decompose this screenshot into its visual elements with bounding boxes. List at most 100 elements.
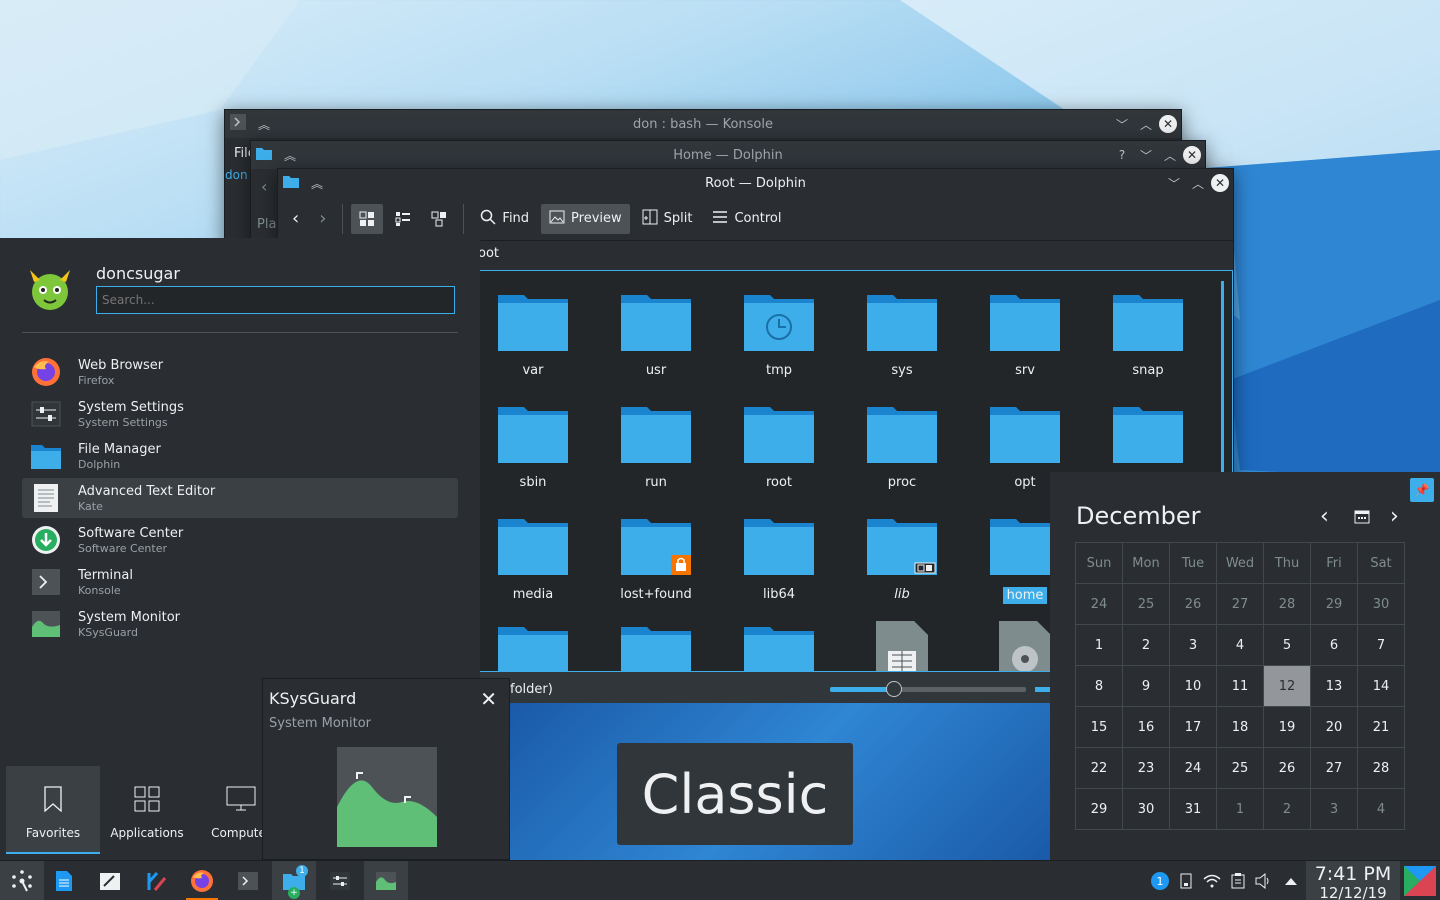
folder-item[interactable]: tmp: [729, 289, 829, 378]
close-icon[interactable]: ✕: [480, 687, 497, 711]
task-kate[interactable]: [88, 861, 132, 900]
calendar-day[interactable]: 2: [1122, 624, 1170, 666]
calendar-day[interactable]: 4: [1216, 624, 1264, 666]
minimize-button[interactable]: ﹀: [1111, 113, 1133, 135]
close-button[interactable]: ✕: [1211, 174, 1229, 192]
archive-file-item[interactable]: [852, 619, 952, 671]
calendar-day[interactable]: 26: [1263, 747, 1311, 789]
calendar-day[interactable]: 25: [1122, 583, 1170, 625]
favorite-item[interactable]: Advanced Text Editor Kate: [22, 478, 458, 518]
calendar-day[interactable]: 30: [1357, 583, 1405, 625]
calendar-day[interactable]: 10: [1169, 665, 1217, 707]
folder-item[interactable]: lib: [852, 513, 952, 602]
tray-expand-icon[interactable]: [1281, 871, 1301, 891]
previous-month-button[interactable]: ‹: [1320, 504, 1329, 529]
back-icon[interactable]: ‹: [261, 177, 267, 196]
calendar-day[interactable]: 22: [1075, 747, 1123, 789]
icons-view-button[interactable]: [351, 203, 384, 234]
calendar-day[interactable]: 24: [1169, 747, 1217, 789]
task-dolphin[interactable]: 1 +: [272, 861, 316, 900]
task-firefox[interactable]: [180, 861, 224, 900]
volume-icon[interactable]: [1254, 871, 1274, 891]
keep-above-icon[interactable]: ︽: [306, 172, 328, 194]
search-input[interactable]: [96, 286, 455, 314]
avatar[interactable]: [26, 264, 74, 312]
folder-item[interactable]: snap: [1098, 289, 1198, 378]
zoom-slider-handle[interactable]: [886, 681, 902, 697]
folder-item[interactable]: [606, 621, 706, 671]
calendar-day[interactable]: 8: [1075, 665, 1123, 707]
digital-clock[interactable]: 7:41 PM 12/12/19: [1306, 861, 1400, 900]
favorite-item[interactable]: System Settings System Settings: [22, 394, 458, 434]
calendar-day[interactable]: 3: [1169, 624, 1217, 666]
details-view-button[interactable]: [423, 204, 455, 234]
folder-item[interactable]: srv: [975, 289, 1075, 378]
calendar-day[interactable]: 5: [1263, 624, 1311, 666]
calendar-popup[interactable]: 📌 December ‹ › Sun Mon Tue Wed Thu Fri Sat 24 25…: [1050, 472, 1440, 860]
calendar-day[interactable]: 1: [1216, 788, 1264, 830]
favorite-item[interactable]: System Monitor KSysGuard: [22, 604, 458, 644]
calendar-day[interactable]: 20: [1310, 706, 1358, 748]
calendar-day[interactable]: 4: [1357, 788, 1405, 830]
folder-item[interactable]: [729, 621, 829, 671]
calendar-day[interactable]: 1: [1075, 624, 1123, 666]
next-month-button[interactable]: ›: [1390, 504, 1399, 529]
zoom-slider[interactable]: [830, 681, 1026, 697]
updates-icon[interactable]: 1: [1150, 871, 1170, 891]
favorite-item[interactable]: File Manager Dolphin: [22, 436, 458, 476]
calendar-day[interactable]: 6: [1310, 624, 1358, 666]
folder-item[interactable]: var: [483, 289, 583, 378]
calendar-day[interactable]: 31: [1169, 788, 1217, 830]
task-documents[interactable]: [42, 861, 86, 900]
calendar-day[interactable]: 28: [1263, 583, 1311, 625]
maximize-button[interactable]: ︿: [1187, 172, 1209, 194]
favorite-item[interactable]: Terminal Konsole: [22, 562, 458, 602]
device-notifier-icon[interactable]: [1176, 871, 1196, 891]
calendar-day[interactable]: 7: [1357, 624, 1405, 666]
folder-item[interactable]: lib64: [729, 513, 829, 602]
calendar-day[interactable]: 11: [1216, 665, 1264, 707]
maximize-button[interactable]: ︿: [1135, 113, 1157, 135]
favorite-item[interactable]: Web Browser Firefox: [22, 352, 458, 392]
calendar-day[interactable]: 16: [1122, 706, 1170, 748]
calendar-day[interactable]: 13: [1310, 665, 1358, 707]
calendar-day[interactable]: 24: [1075, 583, 1123, 625]
task-ksysguard[interactable]: [364, 861, 408, 900]
calendar-day[interactable]: 19: [1263, 706, 1311, 748]
pin-button[interactable]: 📌: [1410, 478, 1434, 502]
control-button[interactable]: Control: [704, 204, 789, 234]
calendar-day[interactable]: 30: [1122, 788, 1170, 830]
compact-view-button[interactable]: [387, 204, 419, 234]
forward-button[interactable]: ›: [311, 204, 334, 234]
split-button[interactable]: Split: [634, 204, 701, 234]
help-button[interactable]: ?: [1111, 144, 1133, 166]
calendar-day[interactable]: 9: [1122, 665, 1170, 707]
close-button[interactable]: ✕: [1183, 146, 1201, 164]
folder-item[interactable]: [1098, 401, 1198, 469]
folder-item[interactable]: run: [606, 401, 706, 490]
clipboard-icon[interactable]: [1228, 871, 1248, 891]
minimize-button[interactable]: ﹀: [1163, 172, 1185, 194]
task-konsole[interactable]: [226, 861, 270, 900]
find-button[interactable]: Find: [472, 204, 537, 234]
calendar-day[interactable]: 3: [1310, 788, 1358, 830]
wifi-icon[interactable]: [1202, 871, 1222, 891]
tab-applications[interactable]: Applications: [100, 766, 194, 854]
calendar-day[interactable]: 27: [1310, 747, 1358, 789]
folder-item[interactable]: usr: [606, 289, 706, 378]
calendar-day[interactable]: 29: [1075, 788, 1123, 830]
task-kdevelop[interactable]: [134, 861, 178, 900]
calendar-day[interactable]: 29: [1310, 583, 1358, 625]
calendar-day[interactable]: 25: [1216, 747, 1264, 789]
folder-item[interactable]: [483, 621, 583, 671]
folder-item[interactable]: sys: [852, 289, 952, 378]
calendar-day[interactable]: 2: [1263, 788, 1311, 830]
preview-button[interactable]: Preview: [541, 203, 630, 234]
show-desktop-button[interactable]: [1404, 866, 1436, 896]
close-button[interactable]: ✕: [1159, 115, 1177, 133]
calendar-day[interactable]: 21: [1357, 706, 1405, 748]
back-button[interactable]: ‹: [284, 204, 307, 234]
folder-item[interactable]: root: [729, 401, 829, 490]
calendar-day[interactable]: 14: [1357, 665, 1405, 707]
calendar-day[interactable]: 26: [1169, 583, 1217, 625]
